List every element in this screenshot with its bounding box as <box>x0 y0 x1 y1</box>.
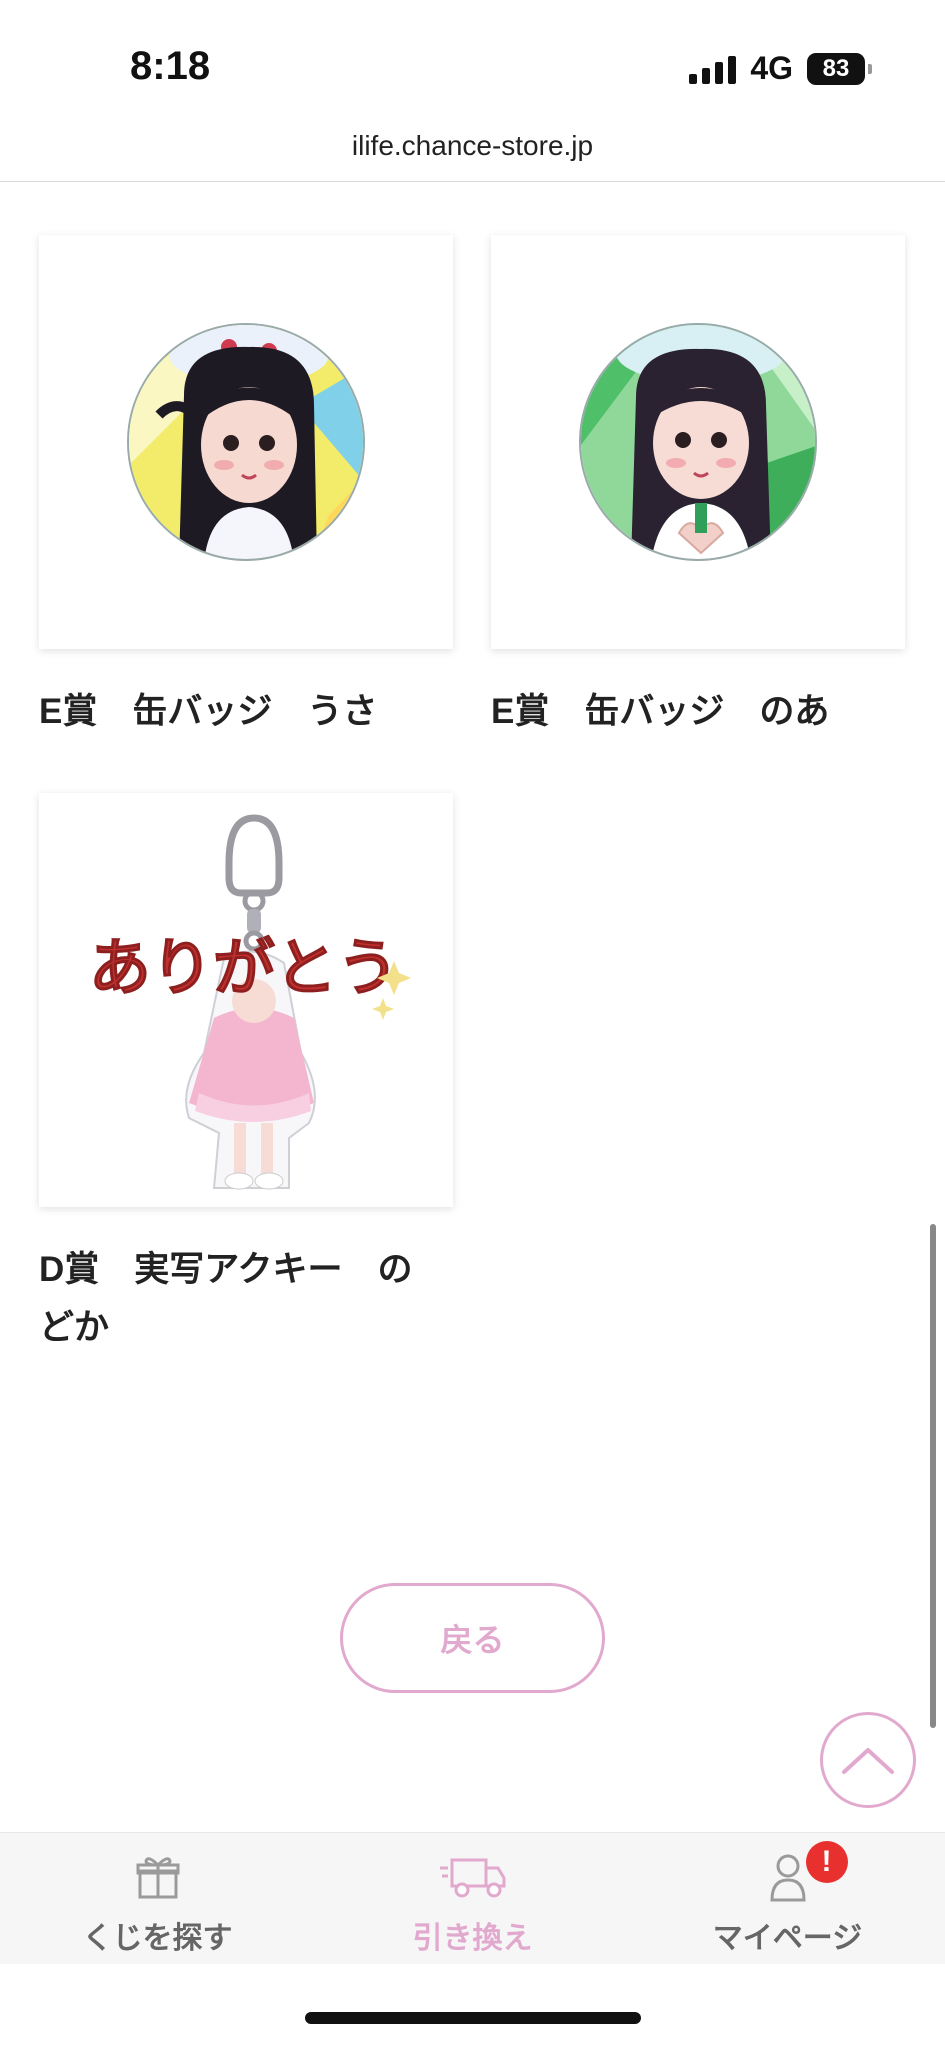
chevron-up-icon <box>842 1748 894 1774</box>
can-badge-image-noa <box>579 323 817 561</box>
scrollbar[interactable] <box>930 1224 936 1728</box>
product-title[interactable]: D賞 実写アクキー の どか <box>39 1241 453 1357</box>
home-indicator[interactable] <box>305 2012 641 2024</box>
gift-icon <box>136 1849 180 1905</box>
nav-label: 引き換え <box>412 1922 533 1955</box>
status-time: 8:18 <box>130 44 211 88</box>
nav-item-find-lottery[interactable]: くじを探す <box>0 1833 315 1965</box>
product-card[interactable]: E賞 缶バッジ のあ <box>491 235 905 741</box>
nav-item-my-page[interactable]: ! マイページ <box>630 1833 945 1965</box>
product-card[interactable]: E賞 缶バッジ うさ <box>39 235 453 741</box>
keychain-text: ありがとう <box>89 931 399 1004</box>
alert-badge: ! <box>805 1841 848 1883</box>
bottom-nav: くじを探す 引き換え ! マイページ <box>0 1832 945 1964</box>
signal-icon <box>689 54 737 84</box>
acrylic-keychain-image: ありがとう <box>88 814 411 1190</box>
product-image[interactable] <box>491 235 905 649</box>
truck-icon <box>438 1849 508 1905</box>
nav-label: マイページ <box>712 1922 863 1955</box>
product-title[interactable]: E賞 缶バッジ うさ <box>39 683 453 741</box>
can-badge-image-usa <box>127 323 365 561</box>
battery-icon: 83 <box>807 52 872 85</box>
url-bar[interactable]: ilife.chance-store.jp <box>0 120 945 182</box>
status-bar: 8:18 4G 83 <box>0 0 945 120</box>
user-icon: ! <box>768 1841 848 1905</box>
back-button[interactable]: 戻る <box>340 1583 605 1693</box>
nav-label: くじを探す <box>82 1922 233 1955</box>
product-title[interactable]: E賞 缶バッジ のあ <box>491 683 905 741</box>
network-type: 4G <box>750 50 793 86</box>
status-icons: 4G 83 <box>689 50 872 87</box>
battery-level: 83 <box>822 54 850 82</box>
product-image[interactable]: ありがとう <box>39 793 453 1207</box>
nav-item-exchange[interactable]: 引き換え <box>315 1833 630 1965</box>
product-image[interactable] <box>39 235 453 649</box>
scroll-to-top-button[interactable] <box>820 1712 916 1808</box>
product-card[interactable]: ありがとう D賞 実写アクキー の どか <box>39 793 453 1357</box>
